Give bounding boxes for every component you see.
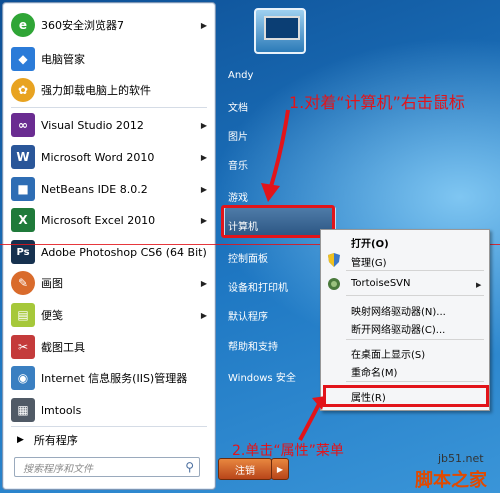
annotation-step-2: 2.单击“属性”菜单 (232, 443, 344, 459)
watermark-url: jb51.net (438, 452, 484, 465)
watermark-site-name: 脚本之家 (415, 470, 487, 491)
arrow-to-computer-icon (261, 109, 290, 202)
annotation-arrows (261, 109, 326, 441)
arrow-to-properties-icon (298, 396, 326, 441)
annotation-step-1: 1.对着“计算机”右击鼠标 (289, 93, 465, 112)
